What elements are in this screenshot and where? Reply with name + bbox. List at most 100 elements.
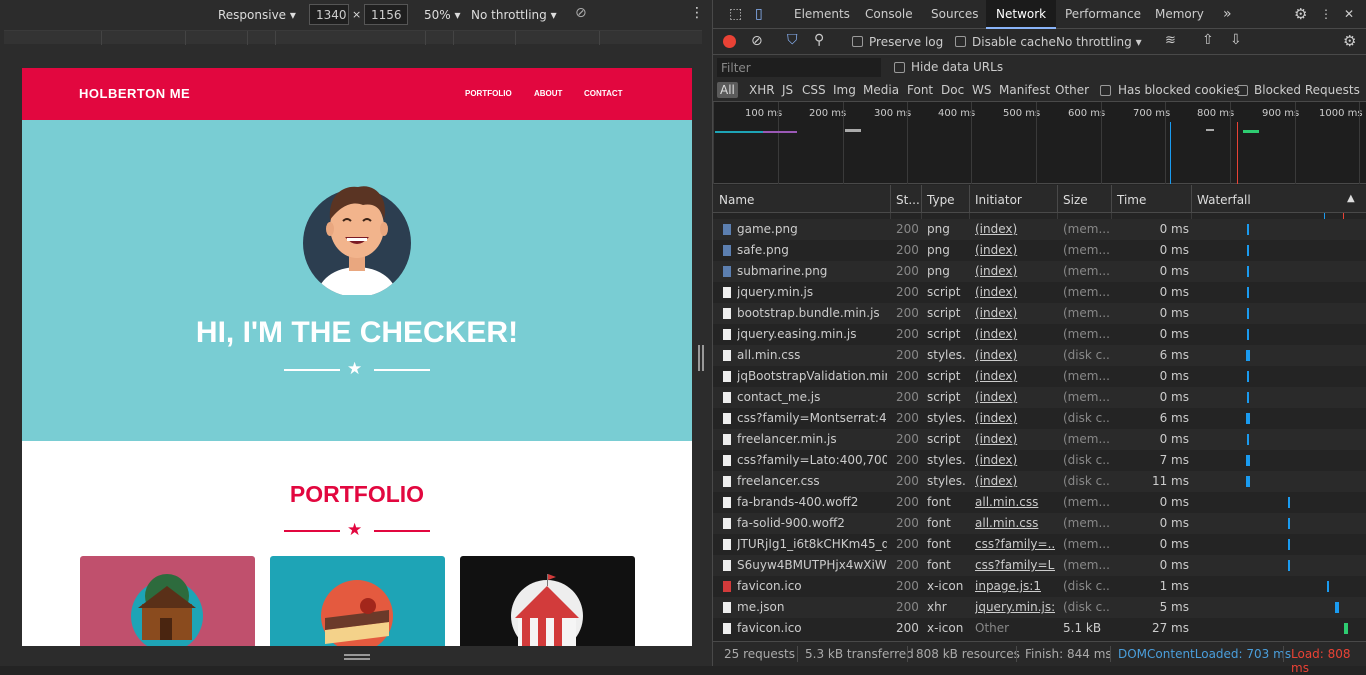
request-initiator[interactable]: css?family=...: [975, 537, 1055, 551]
nav-portfolio[interactable]: PORTFOLIO: [465, 89, 512, 98]
portfolio-card-cabin[interactable]: [80, 556, 255, 646]
request-row[interactable]: freelancer.css 200 styles... (index) (disk c…: [713, 471, 1366, 492]
tab-network[interactable]: Network: [986, 0, 1057, 29]
network-settings-gear-icon[interactable]: ⚙: [1343, 32, 1356, 50]
type-filter-js[interactable]: JS: [782, 83, 793, 97]
close-icon[interactable]: ✕: [1334, 0, 1364, 29]
portfolio-card-cake[interactable]: [270, 556, 445, 646]
network-throttle-select[interactable]: No throttling ▾: [1056, 35, 1142, 49]
request-initiator[interactable]: all.min.css: [975, 516, 1055, 530]
request-initiator[interactable]: (index): [975, 222, 1055, 236]
request-row[interactable]: css?family=Montserrat:40... 200 styles... (…: [713, 408, 1366, 429]
portfolio-card-circus[interactable]: [460, 556, 635, 646]
request-row[interactable]: all.min.css 200 styles... (index) (disk c...…: [713, 345, 1366, 366]
more-tabs-button[interactable]: »: [1213, 0, 1242, 29]
request-initiator[interactable]: (index): [975, 327, 1055, 341]
device-toggle-icon[interactable]: ▯: [745, 0, 773, 29]
nav-contact[interactable]: CONTACT: [584, 89, 623, 98]
request-initiator[interactable]: (index): [975, 411, 1055, 425]
request-row[interactable]: jquery.min.js 200 script (index) (mem... 0 ms: [713, 282, 1366, 303]
preserve-log-checkbox[interactable]: [852, 36, 863, 47]
more-options-icon[interactable]: ⋮: [690, 5, 704, 21]
nav-about[interactable]: ABOUT: [534, 89, 562, 98]
request-initiator[interactable]: (index): [975, 348, 1055, 362]
request-row[interactable]: JTURjIg1_i6t8kCHKm45_dJ... 200 font css?fam…: [713, 534, 1366, 555]
tab-console[interactable]: Console: [855, 0, 923, 29]
clear-icon[interactable]: ⊘: [751, 33, 763, 49]
tab-memory[interactable]: Memory: [1145, 0, 1214, 29]
tab-elements[interactable]: Elements: [784, 0, 860, 29]
request-row[interactable]: contact_me.js 200 script (index) (mem... 0 ms: [713, 387, 1366, 408]
resize-handle-right[interactable]: [698, 345, 704, 371]
resize-handle-bottom[interactable]: [344, 654, 370, 660]
col-name[interactable]: Name: [719, 193, 754, 207]
col-time[interactable]: Time: [1117, 193, 1146, 207]
request-initiator[interactable]: (index): [975, 390, 1055, 404]
request-initiator[interactable]: (index): [975, 285, 1055, 299]
request-row[interactable]: fa-solid-900.woff2 200 font all.min.css (mem…: [713, 513, 1366, 534]
type-filter-img[interactable]: Img: [833, 83, 856, 97]
request-initiator[interactable]: jquery.min.js:2: [975, 600, 1055, 614]
request-row[interactable]: favicon.ico 200 x-icon inpage.js:1 (disk c..…: [713, 576, 1366, 597]
col-status[interactable]: St...: [896, 193, 920, 207]
export-har-icon[interactable]: ⇩: [1230, 32, 1242, 48]
request-row[interactable]: me.json 200 xhr jquery.min.js:2 (disk c... 5 …: [713, 597, 1366, 618]
request-initiator[interactable]: (index): [975, 306, 1055, 320]
import-har-icon[interactable]: ⇧: [1202, 32, 1214, 48]
disable-cache-checkbox[interactable]: [955, 36, 966, 47]
col-size[interactable]: Size: [1063, 193, 1088, 207]
record-icon[interactable]: [723, 35, 736, 48]
request-row[interactable]: S6uyw4BMUTPHjx4wXiWt... 200 font css?family…: [713, 555, 1366, 576]
request-initiator[interactable]: (index): [975, 474, 1055, 488]
request-row[interactable]: bootstrap.bundle.min.js 200 script (index) (…: [713, 303, 1366, 324]
request-initiator[interactable]: (index): [975, 369, 1055, 383]
type-filter-font[interactable]: Font: [907, 83, 933, 97]
network-overview-timeline[interactable]: 100 ms 200 ms 300 ms 400 ms 500 ms 600 m…: [713, 102, 1366, 184]
request-initiator[interactable]: (index): [975, 243, 1055, 257]
request-row[interactable]: game.png 200 png (index) (mem... 0 ms: [713, 219, 1366, 240]
request-row[interactable]: jqBootstrapValidation.min.js 200 script (in…: [713, 366, 1366, 387]
request-name: css?family=Lato:400,700,4...: [737, 453, 887, 467]
filter-input[interactable]: Filter: [717, 58, 881, 77]
type-filter-doc[interactable]: Doc: [941, 83, 964, 97]
request-row[interactable]: freelancer.min.js 200 script (index) (mem...…: [713, 429, 1366, 450]
request-row[interactable]: css?family=Lato:400,700,4... 200 styles...…: [713, 450, 1366, 471]
site-brand[interactable]: HOLBERTON ME: [79, 86, 190, 101]
request-row[interactable]: favicon.ico 200 x-icon Other 5.1 kB 27 ms: [713, 618, 1366, 637]
col-type[interactable]: Type: [927, 193, 955, 207]
request-initiator[interactable]: all.min.css: [975, 495, 1055, 509]
request-initiator[interactable]: inpage.js:1: [975, 579, 1055, 593]
tab-performance[interactable]: Performance: [1055, 0, 1151, 29]
type-filter-css[interactable]: CSS: [802, 83, 826, 97]
type-filter-all[interactable]: All: [717, 82, 738, 98]
blocked-requests-checkbox[interactable]: [1237, 85, 1248, 96]
type-filter-manifest[interactable]: Manifest: [999, 83, 1050, 97]
request-row[interactable]: fa-brands-400.woff2 200 font all.min.css (me…: [713, 492, 1366, 513]
type-filter-xhr[interactable]: XHR: [749, 83, 775, 97]
request-initiator[interactable]: (index): [975, 264, 1055, 278]
has-blocked-cookies-checkbox[interactable]: [1100, 85, 1111, 96]
search-icon[interactable]: ⚲: [814, 32, 824, 48]
rotate-icon[interactable]: ⊘: [575, 5, 587, 21]
throttle-select[interactable]: No throttling ▾: [471, 8, 557, 22]
sort-ascending-icon[interactable]: ▲: [1347, 193, 1355, 204]
col-waterfall[interactable]: Waterfall: [1197, 193, 1251, 207]
request-row[interactable]: safe.png 200 png (index) (mem... 0 ms: [713, 240, 1366, 261]
type-filter-other[interactable]: Other: [1055, 83, 1089, 97]
request-row[interactable]: jquery.easing.min.js 200 script (index) (mem…: [713, 324, 1366, 345]
network-conditions-icon[interactable]: ≋: [1165, 33, 1176, 48]
height-input[interactable]: 1156: [364, 4, 408, 25]
device-mode-select[interactable]: Responsive ▾: [218, 8, 296, 22]
type-filter-media[interactable]: Media: [863, 83, 899, 97]
request-initiator[interactable]: (index): [975, 432, 1055, 446]
request-initiator[interactable]: (index): [975, 453, 1055, 467]
request-row[interactable]: submarine.png 200 png (index) (mem... 0 ms: [713, 261, 1366, 282]
type-filter-ws[interactable]: WS: [972, 83, 991, 97]
zoom-select[interactable]: 50% ▾: [424, 8, 461, 22]
tab-sources[interactable]: Sources: [921, 0, 988, 29]
filter-icon[interactable]: ⛉: [787, 32, 798, 48]
request-initiator[interactable]: css?family=L...: [975, 558, 1055, 572]
width-input[interactable]: 1340: [309, 4, 349, 25]
col-initiator[interactable]: Initiator: [975, 193, 1022, 207]
hide-data-urls-checkbox[interactable]: [894, 62, 905, 73]
